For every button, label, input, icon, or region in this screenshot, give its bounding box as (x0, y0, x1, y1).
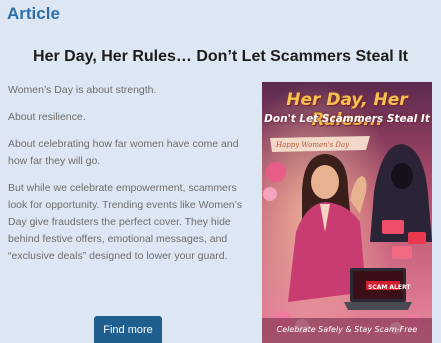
article-paragraph: Women’s Day is about strength. (8, 84, 157, 96)
find-more-button[interactable]: Find more (94, 316, 162, 343)
poster-subtitle: Don't Let Scammers Steal It (264, 113, 430, 125)
poster-scam-alert: SCAM ALERT (368, 284, 411, 291)
poster-footer: Celebrate Safely & Stay Scam-Free (276, 325, 418, 334)
article-paragraph: But while we celebrate empowerment, scam… (8, 182, 243, 262)
article-headline: Her Day, Her Rules… Don’t Let Scammers S… (33, 48, 408, 65)
article-paragraph: About celebrating how far women have com… (8, 138, 239, 167)
article-paragraph: About resilience. (8, 111, 86, 123)
article-poster-image: Her Day, Her Rules... Don't Let Scammers… (262, 82, 432, 343)
section-label: Article (7, 4, 60, 23)
article-body: Women’s Day is about strength. About res… (8, 82, 254, 275)
poster-banner-text: Happy Women's Day (276, 141, 350, 149)
